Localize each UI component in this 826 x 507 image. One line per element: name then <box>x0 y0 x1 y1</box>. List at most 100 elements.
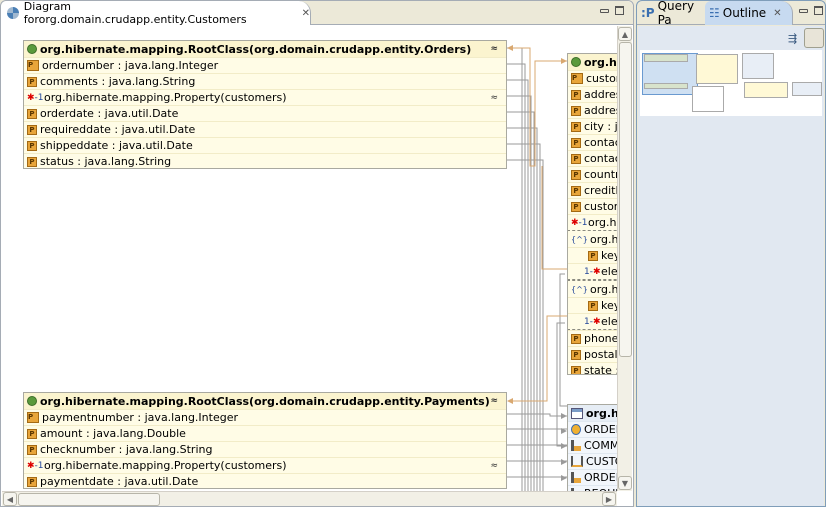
collection-element[interactable]: 1-✱ ele <box>568 263 617 279</box>
property-row[interactable]: Paddres <box>568 102 617 118</box>
property-row[interactable]: Pcontac <box>568 134 617 150</box>
entity-customers[interactable]: org.h Pcustor Paddres Paddres Pcity : ja… <box>567 53 617 375</box>
close-icon[interactable]: ✕ <box>302 8 310 19</box>
collection-header[interactable]: {^}org.hil <box>568 231 617 247</box>
property-row[interactable]: Prequireddate : java.util.Date <box>24 121 506 137</box>
column-row[interactable]: COMM <box>568 437 617 453</box>
entity-header[interactable]: org.h <box>568 54 617 70</box>
property-row[interactable]: Paddres <box>568 86 617 102</box>
property-row[interactable]: Pcomments : java.lang.String <box>24 73 506 89</box>
property-icon: P <box>588 300 598 311</box>
property-icon: P <box>571 201 581 212</box>
minimize-button[interactable] <box>600 9 609 13</box>
many-to-one-icon: ✱-1 <box>571 217 588 228</box>
entity-orders[interactable]: org.hibernate.mapping.RootClass(org.doma… <box>23 40 507 169</box>
property-label: addres <box>584 88 617 101</box>
close-icon[interactable]: ✕ <box>773 8 781 19</box>
class-icon <box>27 396 37 406</box>
collection-header[interactable]: {^}org.hil <box>568 281 617 297</box>
collection-set[interactable]: {^}org.hil Pkey 1-✱ele <box>568 280 617 330</box>
vertical-scroll-thumb[interactable] <box>619 42 632 357</box>
property-row[interactable]: Pcustor <box>568 70 617 86</box>
maximize-button[interactable] <box>814 6 823 15</box>
scroll-down-button[interactable]: ▼ <box>618 476 632 490</box>
tab-diagram-customers[interactable]: Diagram fororg.domain.crudapp.entity.Cus… <box>1 0 311 26</box>
scroll-up-button[interactable]: ▲ <box>618 27 632 41</box>
property-row[interactable]: Pcontac <box>568 150 617 166</box>
property-row[interactable]: Pstate : <box>568 362 617 375</box>
column-row[interactable]: ORDEF <box>568 421 617 437</box>
property-row[interactable]: ✱-1org.hib <box>568 214 617 230</box>
property-icon: P <box>571 185 581 196</box>
property-row[interactable]: Pcreditl <box>568 182 617 198</box>
property-label: countr <box>584 168 617 181</box>
diagram-canvas[interactable]: org.hibernate.mapping.RootClass(org.doma… <box>2 26 617 491</box>
entity-payments[interactable]: org.hibernate.mapping.RootClass(org.doma… <box>23 392 507 489</box>
maximize-button[interactable] <box>615 6 624 15</box>
collection-set[interactable]: {^}org.hil Pkey 1-✱ele <box>568 230 617 280</box>
set-icon: {^} <box>571 234 588 244</box>
arrowhead <box>507 45 513 51</box>
property-row[interactable]: Pphone <box>568 330 617 346</box>
property-row[interactable]: Pcity : ja <box>568 118 617 134</box>
property-row[interactable]: Ppaymentdate : java.util.Date <box>24 473 506 489</box>
property-row[interactable]: Ppostal <box>568 346 617 362</box>
property-label: orderdate : java.util.Date <box>40 107 179 120</box>
editor-window-controls <box>600 6 624 15</box>
property-row[interactable]: Ppaymentnumber : java.lang.Integer <box>24 409 506 425</box>
overview-node <box>644 83 688 89</box>
property-label: status : java.lang.String <box>40 155 172 168</box>
horizontal-scroll-thumb[interactable] <box>18 493 160 506</box>
primary-key-property-icon: P <box>571 73 583 84</box>
property-row[interactable]: ✱-1 org.hibernate.mapping.Property(custom… <box>24 89 506 105</box>
collapse-icon[interactable]: ≈ <box>490 93 498 103</box>
overview-toggle-button[interactable] <box>804 28 824 48</box>
tab-outline[interactable]: ☷ Outline ✕ <box>705 1 793 25</box>
horizontal-scrollbar[interactable]: ◀ ▶ <box>2 491 617 506</box>
element-label: ele <box>601 315 617 328</box>
property-label: contac <box>584 136 617 149</box>
diagram-editor: Diagram fororg.domain.crudapp.entity.Cus… <box>0 0 634 507</box>
column-row[interactable]: CUSTC <box>568 453 617 469</box>
diagram-overview[interactable] <box>640 50 822 116</box>
collection-key[interactable]: Pkey <box>568 247 617 263</box>
property-row[interactable]: Porderdate : java.util.Date <box>24 105 506 121</box>
tab-query-parameters[interactable]: :P Query Pa <box>637 0 705 27</box>
element-label: ele <box>601 265 617 278</box>
property-row[interactable]: Pordernumber : java.lang.Integer <box>24 57 506 73</box>
collection-label: org.hil <box>590 282 617 296</box>
connector-line <box>507 95 532 491</box>
scroll-right-button[interactable]: ▶ <box>602 492 616 506</box>
property-label: phone <box>584 332 617 345</box>
property-row[interactable]: Pstatus : java.lang.String <box>24 153 506 169</box>
entity-header[interactable]: org.hibernate.mapping.RootClass(org.doma… <box>24 393 506 409</box>
property-label: state : <box>584 364 617 375</box>
table-header[interactable]: org.h <box>568 405 617 421</box>
collapse-icon[interactable]: ≈ <box>490 396 498 406</box>
property-row[interactable]: Pcustor <box>568 198 617 214</box>
property-row[interactable]: Pcountr <box>568 166 617 182</box>
minimize-button[interactable] <box>799 9 808 13</box>
property-row[interactable]: Pamount : java.lang.Double <box>24 425 506 441</box>
tab-label: Outline <box>722 6 767 20</box>
scroll-left-button[interactable]: ◀ <box>3 492 17 506</box>
collection-element[interactable]: 1-✱ ele <box>568 313 617 329</box>
collection-key[interactable]: Pkey <box>568 297 617 313</box>
database-table-orders[interactable]: org.h ORDEF COMM CUSTC ORDEF REQUI <box>567 404 617 491</box>
vertical-scrollbar[interactable]: ▲ ▼ <box>617 26 632 491</box>
many-to-one-icon: ✱-1 <box>27 92 44 103</box>
collapse-icon[interactable]: ≈ <box>490 44 498 54</box>
entity-header[interactable]: org.hibernate.mapping.RootClass(org.doma… <box>24 41 506 57</box>
tree-view-icon[interactable]: ⇶ <box>788 32 797 45</box>
property-row[interactable]: ✱-1 org.hibernate.mapping.Property(custom… <box>24 457 506 473</box>
collapse-icon[interactable]: ≈ <box>490 461 498 471</box>
property-icon: P <box>27 156 37 167</box>
property-label: org.hibernate.mapping.Property(customers… <box>44 91 287 104</box>
property-label: creditl <box>584 184 617 197</box>
property-row[interactable]: Pshippeddate : java.util.Date <box>24 137 506 153</box>
property-icon: P <box>27 140 37 151</box>
property-icon: P <box>571 137 581 148</box>
property-row[interactable]: Pchecknumber : java.lang.String <box>24 441 506 457</box>
column-row[interactable]: ORDEF <box>568 469 617 485</box>
association-line <box>510 315 567 402</box>
